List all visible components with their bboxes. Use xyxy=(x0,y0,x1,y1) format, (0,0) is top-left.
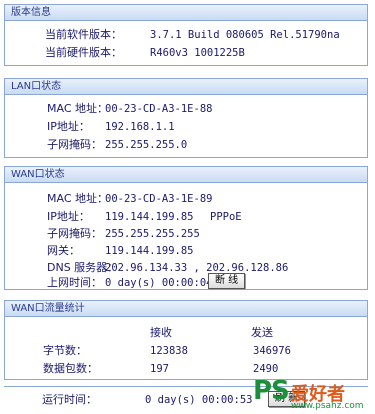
traffic-bytes-recv: 123838 xyxy=(150,345,188,357)
wan-gateway-value: 119.144.199.85 xyxy=(105,245,194,257)
lan-mac-label: MAC 地址： xyxy=(47,102,108,115)
hardware-version-label: 当前硬件版本： xyxy=(45,46,122,59)
traffic-packets-recv: 197 xyxy=(150,363,169,375)
wan-uptime-value: 0 day(s) 00:00:04 xyxy=(105,277,213,289)
lan-panel: LAN口状态 MAC 地址： 00-23-CD-A3-1E-88 IP地址： 1… xyxy=(4,78,368,158)
wan-ip-value: 119.144.199.85 xyxy=(105,211,194,223)
wan-uptime-label: 上网时间： xyxy=(47,276,102,289)
software-version-label: 当前软件版本： xyxy=(45,28,122,41)
traffic-packets-label: 数据包数： xyxy=(43,362,98,375)
wan-mac-label: MAC 地址： xyxy=(47,192,108,205)
wan-connection-type: PPPoE xyxy=(210,211,242,223)
wan-ip-label: IP地址： xyxy=(47,210,90,223)
version-panel-title: 版本信息 xyxy=(5,5,367,21)
site-watermark-logo: PS 爱好者 www.psahz.com xyxy=(253,376,371,414)
software-version-value: 3.7.1 Build 080605 Rel.51790na xyxy=(150,29,340,41)
traffic-bytes-label: 字节数： xyxy=(43,344,87,357)
runtime-label: 运行时间： xyxy=(42,393,97,406)
lan-mask-label: 子网掩码： xyxy=(47,138,102,151)
lan-panel-title: LAN口状态 xyxy=(5,79,367,95)
watermark-url-text: www.psahz.com xyxy=(291,401,364,411)
disconnect-button[interactable]: 断 线 xyxy=(208,273,246,289)
traffic-packets-send: 2490 xyxy=(253,363,279,375)
lan-mac-value: 00-23-CD-A3-1E-88 xyxy=(105,103,213,115)
wan-mask-value: 255.255.255.255 xyxy=(105,228,200,240)
hardware-version-value: R460v3 1001225B xyxy=(150,47,245,59)
watermark-ps-text: PS xyxy=(253,376,290,406)
wan-mask-label: 子网掩码： xyxy=(47,227,102,240)
traffic-col-send: 发送 xyxy=(251,326,273,339)
lan-ip-label: IP地址： xyxy=(47,120,90,133)
traffic-panel: WAN口流量统计 接收 发送 字节数： 123838 346976 数据包数： … xyxy=(4,300,368,380)
version-panel: 版本信息 当前软件版本： 3.7.1 Build 080605 Rel.5179… xyxy=(4,4,368,66)
wan-dns-value: 202.96.134.33 , 202.96.128.86 xyxy=(105,262,289,274)
wan-mac-value: 00-23-CD-A3-1E-89 xyxy=(105,193,213,205)
traffic-bytes-send: 346976 xyxy=(253,345,291,357)
wan-panel-title: WAN口状态 xyxy=(5,167,367,183)
wan-gateway-label: 网关： xyxy=(47,244,80,257)
lan-mask-value: 255.255.255.0 xyxy=(105,139,188,151)
runtime-value: 0 day(s) 00:00:53 xyxy=(145,394,253,406)
wan-panel: WAN口状态 MAC 地址： 00-23-CD-A3-1E-89 IP地址： 1… xyxy=(4,166,368,290)
lan-ip-value: 192.168.1.1 xyxy=(105,121,175,133)
traffic-panel-title: WAN口流量统计 xyxy=(5,301,367,317)
traffic-col-recv: 接收 xyxy=(150,326,172,339)
